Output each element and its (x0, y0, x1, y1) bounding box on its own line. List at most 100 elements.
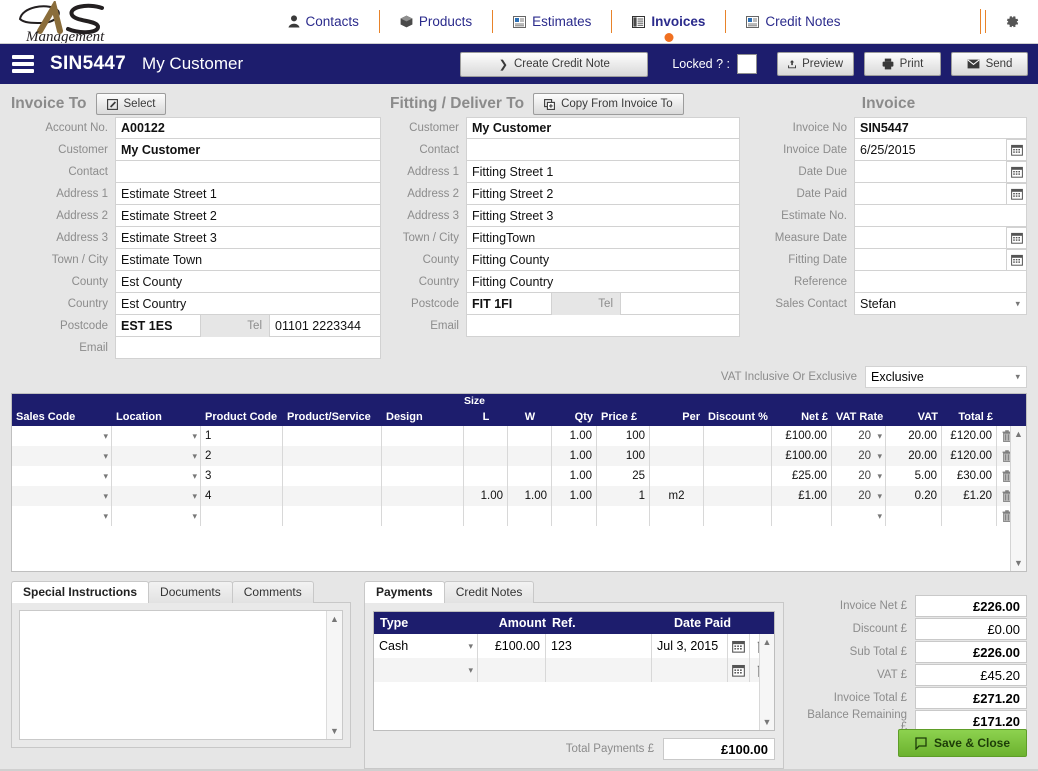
cell-payment-amount[interactable]: £100.00 (478, 634, 546, 658)
cell-vat-rate[interactable]: ▾ (832, 506, 886, 526)
cell-product-service[interactable] (283, 426, 382, 446)
estimate-no-input[interactable] (854, 205, 1027, 227)
cell-qty[interactable]: 1.00 (552, 466, 597, 486)
cell-discount[interactable] (704, 506, 772, 526)
cell-net[interactable]: £1.00 (772, 486, 832, 506)
fit-address3-input[interactable]: Fitting Street 3 (466, 205, 740, 227)
cell-location[interactable]: ▾ (112, 506, 201, 526)
cell-w[interactable] (508, 426, 552, 446)
nav-item-credit-notes[interactable]: Credit Notes (725, 10, 860, 33)
cell-price[interactable]: 1 (597, 486, 650, 506)
scroll-up-arrow-icon[interactable]: ▲ (327, 611, 342, 627)
fitting-date-input[interactable] (854, 249, 1007, 271)
cell-l[interactable] (464, 466, 508, 486)
invoice-date-picker-button[interactable] (1007, 139, 1027, 161)
cell-total[interactable]: £120.00 (942, 446, 997, 466)
cell-product-service[interactable] (283, 486, 382, 506)
fit-country-input[interactable]: Fitting Country (466, 271, 740, 293)
fit-customer-input[interactable]: My Customer (466, 117, 740, 139)
address3-input[interactable]: Estimate Street 3 (115, 227, 381, 249)
cell-qty[interactable]: 1.00 (552, 426, 597, 446)
cell-design[interactable] (382, 446, 464, 466)
cell-vat-rate[interactable]: 20 ▾ (832, 466, 886, 486)
cell-w[interactable]: 1.00 (508, 486, 552, 506)
payment-date-picker-button[interactable] (728, 634, 750, 658)
line-item-row[interactable]: ▾ ▾ 1 1.00 100 £100.00 20 ▾ 20.00 £120.00 (12, 426, 1026, 446)
cell-vat-rate[interactable]: 20 ▾ (832, 486, 886, 506)
fit-email-input[interactable] (466, 315, 740, 337)
cell-sales-code[interactable]: ▾ (12, 506, 112, 526)
fit-postcode-input[interactable]: FIT 1FI (466, 293, 552, 315)
sales-contact-select[interactable]: Stefan ▾ (854, 293, 1027, 315)
cell-sales-code[interactable]: ▾ (12, 426, 112, 446)
cell-total[interactable]: £120.00 (942, 426, 997, 446)
cell-vat[interactable]: 5.00 (886, 466, 942, 486)
cell-design[interactable] (382, 466, 464, 486)
cell-l[interactable] (464, 426, 508, 446)
cell-sales-code[interactable]: ▾ (12, 466, 112, 486)
cell-vat-rate[interactable]: 20 ▾ (832, 426, 886, 446)
cell-discount[interactable] (704, 466, 772, 486)
cell-location[interactable]: ▾ (112, 446, 201, 466)
cell-product-code[interactable]: 3 (201, 466, 283, 486)
date-paid-input[interactable] (854, 183, 1007, 205)
cell-w[interactable] (508, 466, 552, 486)
line-item-row[interactable]: ▾ ▾ 4 1.00 1.00 1.00 1 m2 £1.00 20 ▾ 0.20 £1.20 (12, 486, 1026, 506)
payment-date-picker-button[interactable] (728, 658, 750, 682)
line-items-scrollbar[interactable]: ▲ ▼ (1010, 426, 1026, 571)
cell-l[interactable] (464, 446, 508, 466)
cell-discount[interactable] (704, 446, 772, 466)
tab-credit-notes[interactable]: Credit Notes (443, 581, 535, 603)
cell-net[interactable] (772, 506, 832, 526)
date-due-input[interactable] (854, 161, 1007, 183)
tab-payments[interactable]: Payments (364, 581, 445, 603)
email-input[interactable] (115, 337, 381, 359)
textarea-scrollbar[interactable]: ▲ ▼ (326, 611, 342, 739)
invoice-date-input[interactable]: 6/25/2015 (854, 139, 1007, 161)
cell-payment-type[interactable]: ▾ (374, 658, 478, 682)
cell-product-code[interactable] (201, 506, 283, 526)
cell-product-code[interactable]: 1 (201, 426, 283, 446)
line-item-row[interactable]: ▾ ▾ 3 1.00 25 £25.00 20 ▾ 5.00 £30.00 (12, 466, 1026, 486)
scroll-down-arrow-icon[interactable]: ▼ (760, 714, 774, 730)
copy-from-invoice-to-button[interactable]: Copy From Invoice To (533, 93, 684, 115)
line-item-row[interactable]: ▾ ▾ ▾ (12, 506, 1026, 526)
cell-w[interactable] (508, 506, 552, 526)
cell-location[interactable]: ▾ (112, 486, 201, 506)
nav-item-estimates[interactable]: Estimates (492, 10, 611, 33)
cell-price[interactable]: 100 (597, 446, 650, 466)
cell-vat[interactable]: 20.00 (886, 426, 942, 446)
cell-qty[interactable] (552, 506, 597, 526)
cell-per[interactable] (650, 466, 704, 486)
cell-payment-date[interactable] (652, 658, 728, 682)
cell-price[interactable]: 25 (597, 466, 650, 486)
nav-item-products[interactable]: Products (378, 10, 492, 33)
cell-vat-rate[interactable]: 20 ▾ (832, 446, 886, 466)
select-customer-button[interactable]: Select (95, 93, 167, 115)
town-city-input[interactable]: Estimate Town (115, 249, 381, 271)
cell-design[interactable] (382, 426, 464, 446)
cell-payment-amount[interactable] (478, 658, 546, 682)
cell-qty[interactable]: 1.00 (552, 446, 597, 466)
cell-l[interactable] (464, 506, 508, 526)
tab-comments[interactable]: Comments (231, 581, 314, 603)
cell-per[interactable] (650, 426, 704, 446)
measure-date-picker-button[interactable] (1007, 227, 1027, 249)
fit-tel-input[interactable] (620, 293, 740, 315)
cell-net[interactable]: £25.00 (772, 466, 832, 486)
fit-address2-input[interactable]: Fitting Street 2 (466, 183, 740, 205)
account-no-input[interactable]: A00122 (115, 117, 381, 139)
tel-input[interactable]: 01101 2223344 (269, 315, 381, 337)
date-paid-picker-button[interactable] (1007, 183, 1027, 205)
settings-button[interactable] (980, 9, 1038, 34)
save-and-close-button[interactable]: Save & Close (897, 729, 1027, 757)
vat-mode-select[interactable]: Exclusive ▾ (865, 366, 1027, 388)
nav-item-contacts[interactable]: Contacts (268, 10, 379, 33)
payment-row[interactable]: Cash ▾ £100.00 123 Jul 3, 2015 (374, 634, 774, 658)
cell-sales-code[interactable]: ▾ (12, 446, 112, 466)
cell-per[interactable]: m2 (650, 486, 704, 506)
cell-location[interactable]: ▾ (112, 426, 201, 446)
date-due-picker-button[interactable] (1007, 161, 1027, 183)
create-credit-note-button[interactable]: ❯ Create Credit Note (460, 51, 649, 77)
measure-date-input[interactable] (854, 227, 1007, 249)
